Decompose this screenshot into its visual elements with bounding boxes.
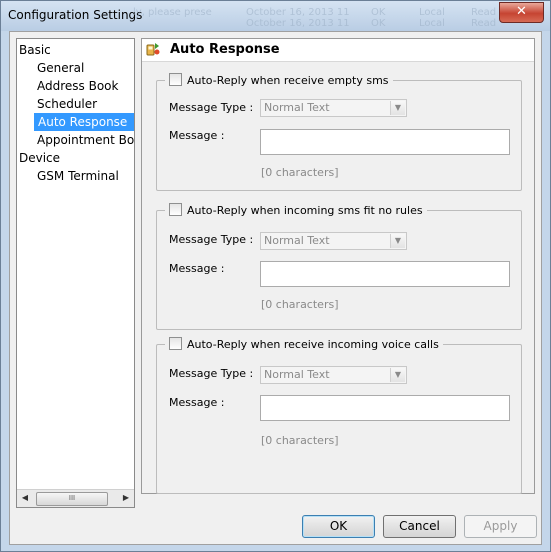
scroll-right-icon[interactable]: ▶ — [121, 493, 131, 502]
char-count: [0 characters] — [261, 298, 339, 311]
char-count: [0 characters] — [261, 434, 339, 447]
auto-response-panel: Auto Response Auto-Reply when receive em… — [141, 38, 535, 494]
close-icon: ✕ — [516, 4, 527, 19]
chevron-down-icon[interactable]: ▼ — [390, 234, 405, 248]
checkbox-label: Auto-Reply when receive empty sms — [187, 74, 389, 87]
checkbox-box[interactable] — [169, 73, 182, 86]
tree-item-device[interactable]: Device — [19, 149, 60, 167]
panel-title: Auto Response — [170, 42, 280, 57]
checkbox-label: Auto-Reply when incoming sms fit no rule… — [187, 204, 423, 217]
background-ghost-text: October 16, 2013 11 — [246, 18, 350, 29]
no-rules-checkbox[interactable]: Auto-Reply when incoming sms fit no rule… — [165, 203, 427, 219]
background-ghost-text: OK — [371, 7, 386, 18]
tree-item-basic[interactable]: Basic — [19, 41, 51, 59]
tree-horizontal-scrollbar[interactable]: ◀ III ▶ — [17, 489, 134, 507]
message-input[interactable] — [260, 395, 510, 421]
checkbox-label: Auto-Reply when receive incoming voice c… — [187, 338, 439, 351]
tree-item-auto-response[interactable]: Auto Response — [34, 113, 134, 131]
message-type-label: Message Type : — [169, 367, 254, 380]
voice-calls-checkbox[interactable]: Auto-Reply when receive incoming voice c… — [165, 337, 443, 353]
background-ghost-text: Read — [471, 7, 497, 18]
dialog-client-area: Basic General Address Book Scheduler Aut… — [9, 31, 542, 545]
ok-button[interactable]: OK — [302, 515, 375, 538]
tree-item-scheduler[interactable]: Scheduler — [37, 95, 97, 113]
title-bar[interactable]: Configuration Settings ly, please prese … — [1, 1, 550, 31]
window-title: Configuration Settings — [8, 8, 143, 22]
message-type-label: Message Type : — [169, 101, 254, 114]
message-input[interactable] — [260, 261, 510, 287]
tree-item-general[interactable]: General — [37, 59, 84, 77]
checkbox-box[interactable] — [169, 337, 182, 350]
char-count: [0 characters] — [261, 166, 339, 179]
tree-item-address-book[interactable]: Address Book — [37, 77, 118, 95]
voice-calls-group: Auto-Reply when receive incoming voice c… — [156, 337, 522, 494]
message-label: Message : — [169, 396, 225, 409]
background-ghost-text: Local — [419, 18, 445, 29]
apply-button[interactable]: Apply — [464, 515, 537, 538]
message-type-value: Normal Text — [264, 368, 330, 381]
message-type-select[interactable]: Normal Text ▼ — [260, 232, 407, 250]
close-button[interactable]: ✕ — [499, 2, 544, 23]
message-label: Message : — [169, 262, 225, 275]
chevron-down-icon[interactable]: ▼ — [390, 368, 405, 382]
scroll-left-icon[interactable]: ◀ — [20, 493, 30, 502]
message-type-select[interactable]: Normal Text ▼ — [260, 366, 407, 384]
background-ghost-text: October 16, 2013 11 — [246, 7, 350, 18]
tree-item-appointment-book[interactable]: Appointment Boo — [37, 131, 134, 149]
message-input[interactable] — [260, 129, 510, 155]
message-label: Message : — [169, 129, 225, 142]
checkbox-box[interactable] — [169, 203, 182, 216]
background-ghost-text: Local — [419, 7, 445, 18]
message-type-value: Normal Text — [264, 101, 330, 114]
empty-sms-group: Auto-Reply when receive empty sms Messag… — [156, 73, 522, 191]
message-type-value: Normal Text — [264, 234, 330, 247]
tree-item-gsm-terminal[interactable]: GSM Terminal — [37, 167, 119, 185]
empty-sms-checkbox[interactable]: Auto-Reply when receive empty sms — [165, 73, 393, 89]
scroll-thumb[interactable]: III — [36, 492, 108, 506]
message-type-label: Message Type : — [169, 233, 254, 246]
cancel-button[interactable]: Cancel — [383, 515, 456, 538]
config-window: Configuration Settings ly, please prese … — [0, 0, 551, 552]
background-ghost-text: ly, please prese — [133, 7, 212, 18]
settings-tree[interactable]: Basic General Address Book Scheduler Aut… — [16, 38, 135, 508]
no-rules-sms-group: Auto-Reply when incoming sms fit no rule… — [156, 203, 522, 330]
background-ghost-text: OK — [371, 18, 386, 29]
message-type-select[interactable]: Normal Text ▼ — [260, 99, 407, 117]
chevron-down-icon[interactable]: ▼ — [390, 101, 405, 115]
auto-response-icon — [146, 43, 160, 56]
panel-header: Auto Response — [142, 39, 534, 62]
background-ghost-text: Read — [471, 18, 497, 29]
